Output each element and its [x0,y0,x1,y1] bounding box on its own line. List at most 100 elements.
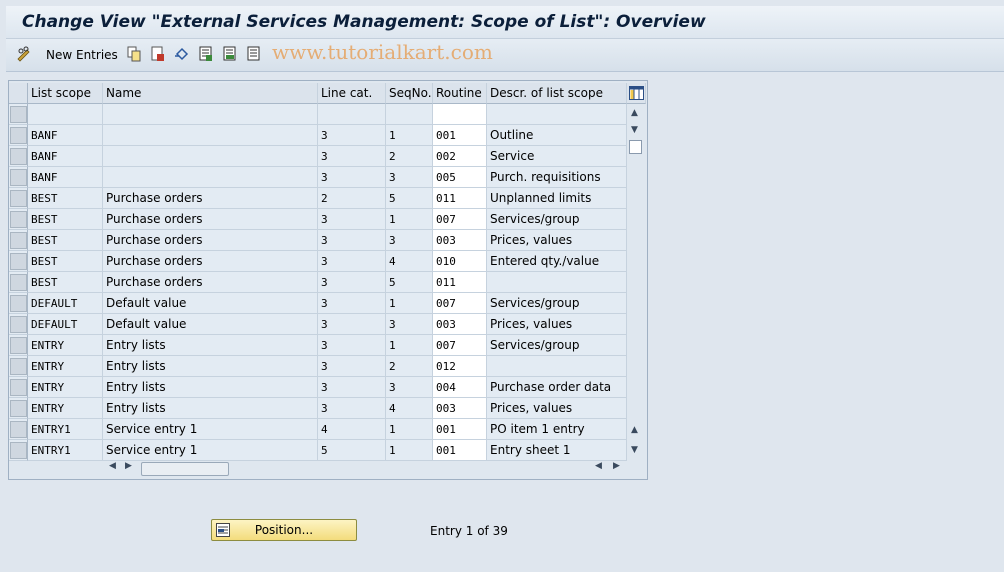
cell-list-scope[interactable]: BEST [28,251,103,272]
cell-descr[interactable]: PO item 1 entry [487,419,627,440]
cell-list-scope[interactable]: BANF [28,125,103,146]
row-selector[interactable] [9,356,28,377]
cell-seq-no[interactable]: 2 [386,356,433,377]
cell-descr[interactable]: Entered qty./value [487,251,627,272]
cell-routine[interactable]: 002 [433,146,487,167]
select-block-icon[interactable] [222,46,238,62]
cell-line-cat[interactable]: 2 [318,188,386,209]
cell-list-scope[interactable]: ENTRY [28,398,103,419]
cell-name[interactable]: Purchase orders [103,272,318,293]
cell-list-scope[interactable]: DEFAULT [28,293,103,314]
cell-name[interactable]: Entry lists [103,356,318,377]
row-selector[interactable] [9,293,28,314]
cell-descr[interactable]: Services/group [487,335,627,356]
cell-list-scope[interactable]: ENTRY1 [28,419,103,440]
row-selector[interactable] [9,335,28,356]
row-select-button[interactable] [10,441,27,459]
scroll-up-icon[interactable]: ▲ [631,108,638,118]
position-button[interactable]: Position... [211,519,357,541]
row-select-button[interactable] [10,147,27,165]
cell-seq-no[interactable]: 1 [386,419,433,440]
cell-routine[interactable]: 007 [433,293,487,314]
cell-routine[interactable]: 003 [433,230,487,251]
cell-line-cat[interactable] [318,104,386,125]
row-select-button[interactable] [10,210,27,228]
cell-descr[interactable] [487,104,627,125]
cell-routine[interactable]: 007 [433,335,487,356]
cell-seq-no[interactable] [386,104,433,125]
row-selector[interactable] [9,419,28,440]
cell-name[interactable]: Entry lists [103,335,318,356]
cell-line-cat[interactable]: 3 [318,251,386,272]
delete-icon[interactable] [150,46,166,62]
cell-name[interactable]: Default value [103,293,318,314]
row-select-button[interactable] [10,294,27,312]
cell-seq-no[interactable]: 3 [386,167,433,188]
horizontal-scrollbar[interactable]: ◀ ▶ ◀ ▶ [105,459,645,477]
cell-list-scope[interactable]: ENTRY1 [28,440,103,461]
cell-name[interactable]: Entry lists [103,377,318,398]
cell-name[interactable]: Entry lists [103,398,318,419]
row-selector[interactable] [9,104,28,125]
cell-descr[interactable]: Prices, values [487,230,627,251]
scroll-thumb[interactable] [629,140,642,154]
row-select-button[interactable] [10,231,27,249]
cell-seq-no[interactable]: 1 [386,125,433,146]
cell-routine[interactable]: 001 [433,440,487,461]
row-select-button[interactable] [10,315,27,333]
cell-name[interactable] [103,146,318,167]
cell-seq-no[interactable]: 3 [386,377,433,398]
cell-line-cat[interactable]: 3 [318,146,386,167]
row-selector[interactable] [9,230,28,251]
cell-line-cat[interactable]: 5 [318,440,386,461]
select-all-icon[interactable] [198,46,214,62]
cell-line-cat[interactable]: 3 [318,209,386,230]
deselect-all-icon[interactable] [246,46,262,62]
cell-seq-no[interactable]: 5 [386,272,433,293]
cell-descr[interactable]: Entry sheet 1 [487,440,627,461]
row-select-button[interactable] [10,420,27,438]
scroll-left-icon[interactable]: ◀ [109,461,116,471]
cell-descr[interactable]: Services/group [487,209,627,230]
row-select-button[interactable] [10,105,27,123]
cell-line-cat[interactable]: 3 [318,377,386,398]
scroll-left-end-icon[interactable]: ◀ [595,461,602,471]
row-selector[interactable] [9,209,28,230]
cell-name[interactable]: Purchase orders [103,251,318,272]
new-entries-button[interactable]: New Entries [46,48,118,62]
cell-line-cat[interactable]: 3 [318,125,386,146]
column-header-line-cat[interactable]: Line cat. [318,83,386,104]
row-select-button[interactable] [10,378,27,396]
cell-seq-no[interactable]: 1 [386,440,433,461]
cell-routine[interactable]: 005 [433,167,487,188]
cell-name[interactable]: Purchase orders [103,230,318,251]
cell-seq-no[interactable]: 5 [386,188,433,209]
row-selector[interactable] [9,314,28,335]
cell-seq-no[interactable]: 2 [386,146,433,167]
cell-list-scope[interactable]: BANF [28,146,103,167]
cell-routine[interactable]: 001 [433,125,487,146]
table-settings-icon[interactable] [627,83,646,104]
cell-name[interactable]: Service entry 1 [103,440,318,461]
cell-name[interactable] [103,167,318,188]
scroll-page-down-icon[interactable]: ▼ [631,445,638,455]
cell-list-scope[interactable]: BEST [28,188,103,209]
column-header-routine[interactable]: Routine [433,83,487,104]
cell-descr[interactable] [487,272,627,293]
cell-descr[interactable]: Services/group [487,293,627,314]
cell-line-cat[interactable]: 3 [318,167,386,188]
h-scroll-thumb[interactable] [141,462,229,476]
scroll-page-up-icon[interactable]: ▲ [631,425,638,435]
cell-descr[interactable]: Outline [487,125,627,146]
cell-descr[interactable]: Prices, values [487,398,627,419]
cell-descr[interactable]: Unplanned limits [487,188,627,209]
column-header-seq-no[interactable]: SeqNo. [386,83,433,104]
cell-line-cat[interactable]: 3 [318,230,386,251]
row-selector[interactable] [9,251,28,272]
cell-list-scope[interactable]: BEST [28,272,103,293]
cell-name[interactable]: Service entry 1 [103,419,318,440]
cell-seq-no[interactable]: 4 [386,251,433,272]
cell-seq-no[interactable]: 3 [386,230,433,251]
cell-routine[interactable]: 012 [433,356,487,377]
cell-routine[interactable]: 004 [433,377,487,398]
